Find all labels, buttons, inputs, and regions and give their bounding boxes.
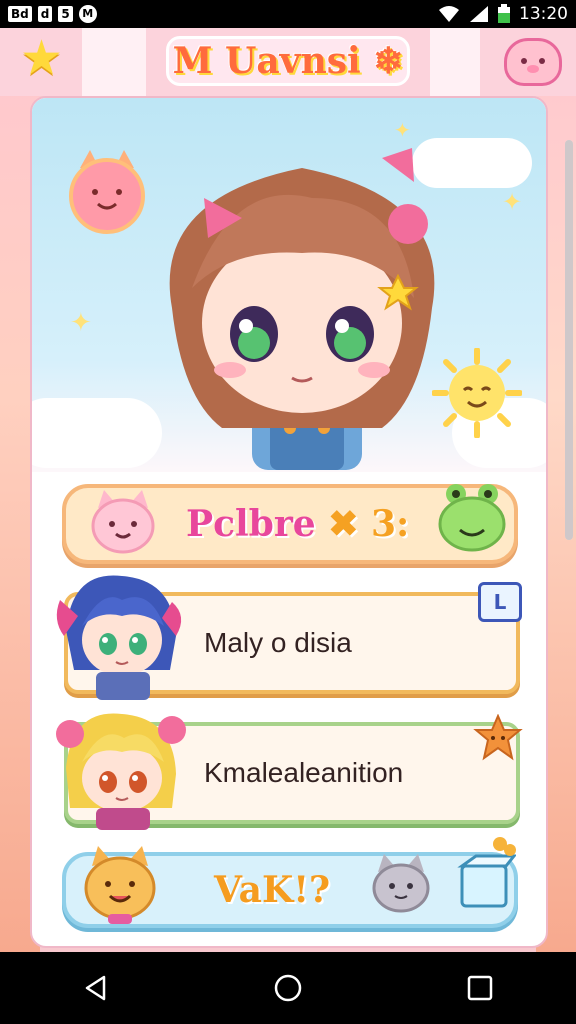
app-title: M Uavnsi ❄ [166, 36, 410, 86]
wifi-icon [439, 6, 459, 22]
profile-button-label: Pclbre ✖ 3: [186, 503, 409, 545]
vak-button[interactable]: VaK!? [62, 837, 518, 928]
box-icon [457, 837, 516, 908]
notification-icon: M [78, 5, 97, 23]
header-tile [430, 28, 480, 96]
battery-icon [498, 4, 510, 23]
clock: 13:20 [519, 4, 568, 24]
star-icon[interactable]: ★ [20, 30, 63, 86]
cat-face-icon[interactable] [504, 38, 562, 86]
notification-icon: Bd [8, 6, 32, 22]
cloud [32, 398, 162, 468]
cat-face-glyph [521, 58, 545, 73]
vak-button-label: VaK!? [214, 869, 331, 911]
list-item[interactable]: Maly o disia L [56, 575, 522, 700]
notification-icon: 5 [58, 6, 73, 22]
list-item[interactable]: Kmalealeanition [56, 713, 523, 830]
sparkle-star-icon: ✦ [502, 188, 523, 216]
status-bar: Bd d 5 M 13:20 [0, 0, 576, 28]
navigation-bar [0, 952, 576, 1024]
pink-cat-icon [91, 490, 155, 554]
scrollbar[interactable] [565, 140, 573, 540]
recents-icon [467, 975, 493, 1001]
chibi-girl-avatar [169, 148, 435, 470]
sparkle-star-icon: ✦ [70, 308, 92, 338]
blonde-girl-avatar [56, 713, 186, 830]
status-bar-indicators: 13:20 [437, 4, 568, 24]
badge-icon: L [478, 582, 522, 622]
orange-cat-icon [84, 846, 156, 924]
home-icon [274, 974, 302, 1002]
sun-sticker [432, 348, 522, 438]
back-icon [85, 975, 106, 1001]
profile-label-accent: ✖ 3: [328, 503, 410, 545]
back-button[interactable] [76, 968, 116, 1008]
list-item-label: Maly o disia [204, 627, 352, 658]
profile-label-main: Pclbre [186, 503, 316, 545]
scrollbar-thumb[interactable] [565, 140, 573, 540]
home-button[interactable] [268, 968, 308, 1008]
notification-icon: d [37, 6, 53, 22]
header-tile [82, 28, 146, 96]
green-frog-icon [438, 484, 506, 552]
grey-cat-icon [372, 854, 430, 913]
fox-sticker [69, 150, 145, 234]
blue-hair-girl-avatar [56, 575, 182, 700]
list-item-label: Kmalealeanition [204, 757, 404, 788]
profile-button[interactable]: Pclbre ✖ 3: [62, 484, 518, 564]
orange-star-icon [473, 714, 523, 761]
hero-banner: ✦ ✦ ✦ [32, 98, 546, 472]
signal-icon [470, 6, 488, 22]
recents-button[interactable] [460, 968, 500, 1008]
status-bar-notifications: Bd d 5 M [8, 5, 97, 23]
